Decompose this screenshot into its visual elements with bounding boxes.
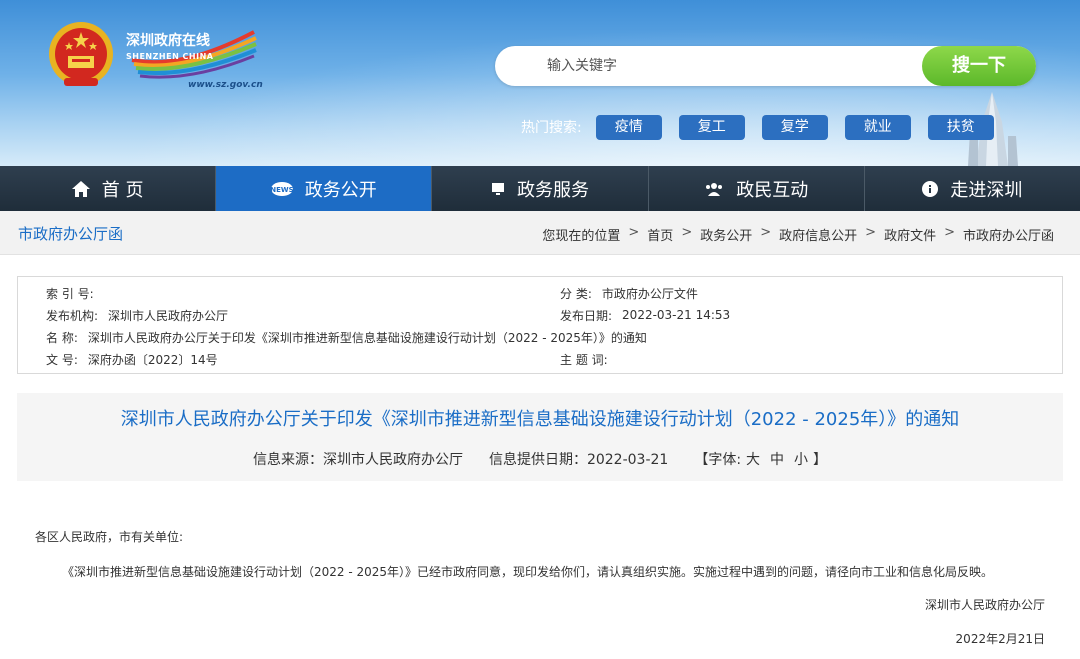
meta-row-date: 发布日期: 2022-03-21 14:53 — [560, 305, 730, 325]
svg-text:NEWS: NEWS — [271, 186, 293, 194]
meta-value: 2022-03-21 14:53 — [622, 308, 731, 322]
meta-key: 名 称: — [46, 330, 78, 345]
article-paragraph: 《深圳市推进新型信息基础设施建设行动计划（2022 - 2025年）》已经市政府… — [62, 565, 994, 579]
meta-row-issuer: 发布机构: 深圳市人民政府办公厅 — [46, 305, 228, 325]
nav-item-interaction[interactable]: 政民互动 — [649, 166, 865, 211]
hot-tag[interactable]: 就业 — [844, 114, 911, 140]
nav-item-label: 政民互动 — [736, 179, 809, 201]
font-size-close: 】 — [813, 452, 828, 468]
news-icon: NEWS — [270, 181, 293, 196]
meta-key: 发布机构: — [46, 308, 99, 323]
section-title: 市政府办公厅函 — [18, 225, 124, 243]
article-signature: 深圳市人民政府办公厅 — [924, 598, 1045, 612]
search-button[interactable]: 搜一下 — [922, 46, 1036, 86]
meta-value: 深府办函〔2022〕14号 — [87, 352, 218, 367]
article-sign-date: 2022年2月21日 — [955, 632, 1045, 646]
monitor-icon — [491, 182, 505, 196]
font-size-large-button[interactable]: 大 — [746, 449, 760, 469]
article-info: 信息来源：深圳市人民政府办公厅 信息提供日期：2022-03-21 【字体: 大… — [17, 449, 1063, 469]
breadcrumb-separator: > — [628, 225, 640, 240]
hot-tag[interactable]: 疫情 — [595, 114, 662, 140]
breadcrumb-link-info-disclosure[interactable]: 政府信息公开 — [779, 225, 857, 244]
font-size-medium-button[interactable]: 中 — [770, 449, 784, 469]
nav-item-label: 首 页 — [101, 179, 144, 201]
national-emblem-icon — [49, 22, 113, 86]
breadcrumb-link-gov-docs[interactable]: 政府文件 — [884, 225, 936, 244]
article-title: 深圳市人民政府办公厅关于印发《深圳市推进新型信息基础设施建设行动计划（2022 … — [120, 409, 960, 430]
nav-item-label: 政务公开 — [304, 179, 377, 201]
people-icon — [704, 182, 724, 196]
article-provided-date: 信息提供日期：2022-03-21 — [488, 452, 669, 468]
breadcrumb-separator: > — [944, 225, 955, 240]
meta-value: 深圳市人民政府办公厅关于印发《深圳市推进新型信息基础设施建设行动计划（2022 … — [87, 330, 647, 345]
info-icon — [922, 180, 939, 197]
search-box: 搜一下 — [495, 46, 1036, 86]
document-meta-table: 索 引 号: 分 类: 市政府办公厅文件 发布机构: 深圳市人民政府办公厅 发布… — [17, 276, 1063, 374]
breadcrumb-bar: 市政府办公厅函 您现在的位置 > 首页 > 政务公开 > 政府信息公开 > 政府… — [0, 211, 1080, 255]
hot-search-label: 热门搜索: — [521, 120, 582, 136]
meta-row-subject: 主 题 词: — [560, 349, 618, 369]
meta-row-doc-no: 文 号: 深府办函〔2022〕14号 — [46, 349, 218, 369]
hot-tag[interactable]: 扶贫 — [927, 114, 994, 140]
hot-tag[interactable]: 复工 — [678, 114, 745, 140]
breadcrumb-separator: > — [865, 225, 877, 240]
hot-search-bar: 热门搜索: 疫情 复工 复学 就业 扶贫 — [521, 114, 1011, 140]
nav-item-label: 政务服务 — [517, 179, 589, 201]
nav-item-gov-services[interactable]: 政务服务 — [432, 166, 649, 211]
search-input[interactable] — [547, 54, 907, 78]
article-header: 深圳市人民政府办公厅关于印发《深圳市推进新型信息基础设施建设行动计划（2022 … — [17, 393, 1063, 481]
nav-item-label: 走进深圳 — [950, 179, 1023, 201]
meta-value: 市政府办公厅文件 — [601, 286, 698, 301]
breadcrumb-link-current[interactable]: 市政府办公厅函 — [963, 225, 1054, 244]
breadcrumb-separator: > — [681, 225, 693, 240]
font-size-small-button[interactable]: 小 — [794, 449, 808, 469]
breadcrumb-label: 您现在的位置 — [542, 229, 621, 244]
article-salutation: 各区人民政府，市有关单位: — [35, 530, 184, 544]
nav-item-public-affairs[interactable]: NEWS 政务公开 — [216, 166, 433, 211]
meta-row-name: 名 称: 深圳市人民政府办公厅关于印发《深圳市推进新型信息基础设施建设行动计划（… — [46, 327, 647, 347]
nav-item-home[interactable]: 首 页 — [0, 166, 217, 211]
meta-key: 分 类: — [560, 286, 592, 301]
meta-key: 文 号: — [46, 352, 78, 367]
home-icon — [71, 180, 90, 197]
font-size-switcher: 【字体: 大 中 小 】 — [694, 449, 827, 469]
breadcrumb-link-home[interactable]: 首页 — [647, 225, 673, 244]
meta-key: 发布日期: — [560, 308, 613, 323]
meta-value: 深圳市人民政府办公厅 — [108, 308, 229, 323]
meta-row-index: 索 引 号: — [46, 283, 104, 303]
article-source: 信息来源：深圳市人民政府办公厅 — [252, 452, 463, 468]
main-nav: 首 页 NEWS 政务公开 政务服务 政民互动 走进深圳 — [0, 166, 1080, 211]
nav-item-about-shenzhen[interactable]: 走进深圳 — [865, 166, 1080, 211]
breadcrumb-separator: > — [760, 225, 772, 240]
breadcrumb: 您现在的位置 > 首页 > 政务公开 > 政府信息公开 > 政府文件 > 市政府… — [534, 225, 1054, 244]
meta-row-category: 分 类: 市政府办公厅文件 — [560, 283, 698, 303]
breadcrumb-link-public-affairs[interactable]: 政务公开 — [700, 225, 752, 244]
meta-key: 索 引 号: — [46, 286, 94, 301]
logo-cn-text: 深圳政府在线 — [126, 33, 210, 49]
logo-url: www.sz.gov.cn — [188, 80, 263, 90]
header-banner: 深圳政府在线 SHENZHEN CHINA www.sz.gov.cn 搜一下 … — [0, 0, 1080, 166]
font-size-label: 【字体: — [694, 452, 742, 468]
hot-tag[interactable]: 复学 — [761, 114, 828, 140]
logo-en-text: SHENZHEN CHINA — [126, 52, 214, 61]
meta-key: 主 题 词: — [560, 352, 608, 367]
